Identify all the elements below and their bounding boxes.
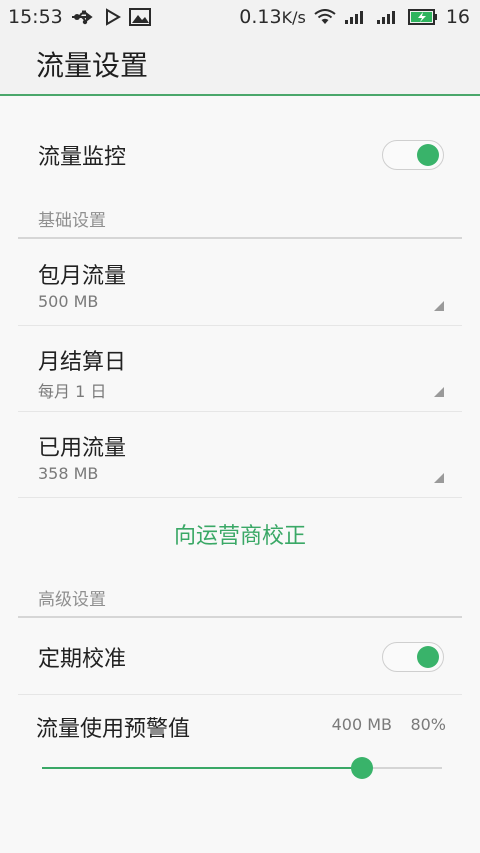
billing-day-label: 月结算日 bbox=[38, 350, 127, 375]
list-item-monthly-quota[interactable]: 包月流量 500 MB bbox=[18, 240, 462, 326]
basic-settings-label: 基础设置 bbox=[38, 210, 106, 231]
periodic-calibration-row[interactable]: 定期校准 bbox=[18, 614, 462, 700]
wifi-icon bbox=[314, 9, 336, 25]
dropdown-corner-icon bbox=[434, 473, 444, 483]
list-item-used-data[interactable]: 已用流量 358 MB bbox=[18, 412, 462, 498]
status-right: 0.13K/s 16 bbox=[239, 6, 470, 28]
monthly-quota-label: 包月流量 bbox=[38, 264, 127, 289]
billing-day-value: 每月 1 日 bbox=[38, 382, 107, 401]
basic-settings-header: 基础设置 bbox=[18, 199, 462, 239]
warning-threshold-percent: 80% bbox=[410, 715, 446, 734]
page-title: 流量设置 bbox=[36, 49, 149, 82]
signal-icon bbox=[376, 9, 400, 25]
slider-fill bbox=[42, 767, 362, 769]
warning-threshold-label: 流量使用预警值 bbox=[36, 717, 191, 742]
status-left: 15:53 bbox=[8, 6, 151, 28]
slider-thumb[interactable] bbox=[351, 757, 373, 779]
dropdown-corner-icon bbox=[434, 387, 444, 397]
usb-icon bbox=[71, 9, 97, 25]
periodic-calibration-toggle[interactable] bbox=[382, 642, 444, 672]
play-icon bbox=[105, 8, 121, 26]
image-icon bbox=[128, 8, 151, 26]
warning-threshold-slider[interactable] bbox=[42, 757, 442, 779]
used-data-label: 已用流量 bbox=[38, 436, 127, 461]
battery-charging-icon bbox=[407, 9, 438, 25]
clock: 15:53 bbox=[8, 6, 63, 28]
warning-threshold-row: 流量使用预警值 400 MB 80% bbox=[18, 694, 462, 814]
periodic-calibration-label: 定期校准 bbox=[38, 647, 127, 672]
monitoring-row[interactable]: 流量监控 bbox=[18, 112, 462, 198]
monthly-quota-value: 500 MB bbox=[38, 292, 99, 311]
list-item-billing-day[interactable]: 月结算日 每月 1 日 bbox=[18, 326, 462, 412]
calibrate-with-carrier-button[interactable]: 向运营商校正 bbox=[0, 518, 480, 550]
title-bar: 流量设置 bbox=[0, 34, 480, 96]
network-speed: 0.13K/s bbox=[239, 6, 306, 28]
monitoring-label: 流量监控 bbox=[38, 145, 127, 170]
signal-icon bbox=[344, 9, 368, 25]
advanced-settings-label: 高级设置 bbox=[38, 589, 106, 610]
advanced-settings-header: 高级设置 bbox=[18, 578, 462, 618]
toggle-knob bbox=[417, 646, 439, 668]
status-bar: 15:53 0.13K/s 16 bbox=[0, 0, 480, 34]
warning-threshold-amount: 400 MB bbox=[331, 715, 392, 734]
used-data-value: 358 MB bbox=[38, 464, 99, 483]
battery-level: 16 bbox=[445, 6, 470, 28]
monitoring-toggle[interactable] bbox=[382, 140, 444, 170]
toggle-knob bbox=[417, 144, 439, 166]
dropdown-corner-icon bbox=[434, 301, 444, 311]
